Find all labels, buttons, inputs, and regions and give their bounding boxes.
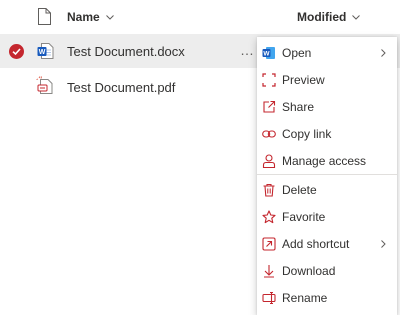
- svg-text:W: W: [39, 49, 46, 56]
- checkmark-icon[interactable]: [9, 44, 24, 59]
- menu-item-rename[interactable]: Rename: [257, 284, 397, 311]
- modified-column-label: Modified: [297, 10, 347, 24]
- person-icon: [262, 154, 276, 168]
- menu-item-label: Add shortcut: [282, 237, 350, 251]
- share-icon: [263, 100, 276, 113]
- chevron-down-icon: [352, 14, 361, 20]
- menu-item-label: Rename: [282, 291, 328, 305]
- chevron-down-icon: [105, 14, 114, 20]
- menu-item-open[interactable]: W Open: [257, 39, 397, 66]
- column-header: Name Modified: [0, 0, 400, 34]
- menu-item-copy-link[interactable]: Copy link: [257, 120, 397, 147]
- menu-divider: [257, 174, 397, 175]
- modified-column-header[interactable]: Modified: [297, 10, 361, 24]
- menu-item-preview[interactable]: Preview: [257, 66, 397, 93]
- menu-item-label: Delete: [282, 183, 317, 197]
- menu-item-delete[interactable]: Delete: [257, 176, 397, 203]
- star-icon: [262, 210, 276, 224]
- svg-text:W: W: [263, 51, 270, 58]
- more-actions-button[interactable]: …: [240, 42, 255, 58]
- preview-icon: [262, 73, 276, 87]
- menu-item-label: Download: [282, 264, 336, 278]
- pdf-doc-icon: [36, 76, 53, 94]
- shortcut-icon: [262, 237, 276, 251]
- word-doc-icon: W: [37, 43, 54, 59]
- chevron-right-icon: [381, 49, 386, 57]
- link-icon: [262, 130, 276, 138]
- menu-item-label: Manage access: [282, 154, 367, 168]
- trash-icon: [263, 183, 275, 197]
- menu-item-label: Copy link: [282, 127, 332, 141]
- name-column-label: Name: [67, 10, 100, 24]
- menu-item-label: Preview: [282, 73, 325, 87]
- menu-item-manage-access[interactable]: Manage access: [257, 147, 397, 174]
- menu-item-add-shortcut[interactable]: Add shortcut: [257, 230, 397, 257]
- menu-item-label: Favorite: [282, 210, 326, 224]
- context-menu: W Open Preview Share Copy link Manage ac…: [257, 37, 397, 315]
- menu-item-share[interactable]: Share: [257, 93, 397, 120]
- menu-item-download[interactable]: Download: [257, 257, 397, 284]
- file-name[interactable]: Test Document.pdf: [67, 80, 175, 95]
- menu-item-favorite[interactable]: Favorite: [257, 203, 397, 230]
- rename-icon: [262, 291, 276, 305]
- download-icon: [264, 265, 274, 278]
- menu-item-label: Open: [282, 46, 312, 60]
- menu-item-label: Share: [282, 100, 315, 114]
- file-type-icon[interactable]: [37, 8, 51, 25]
- file-name[interactable]: Test Document.docx: [67, 44, 185, 59]
- name-column-header[interactable]: Name: [67, 10, 114, 24]
- word-icon: W: [262, 47, 275, 59]
- chevron-right-icon: [381, 240, 386, 248]
